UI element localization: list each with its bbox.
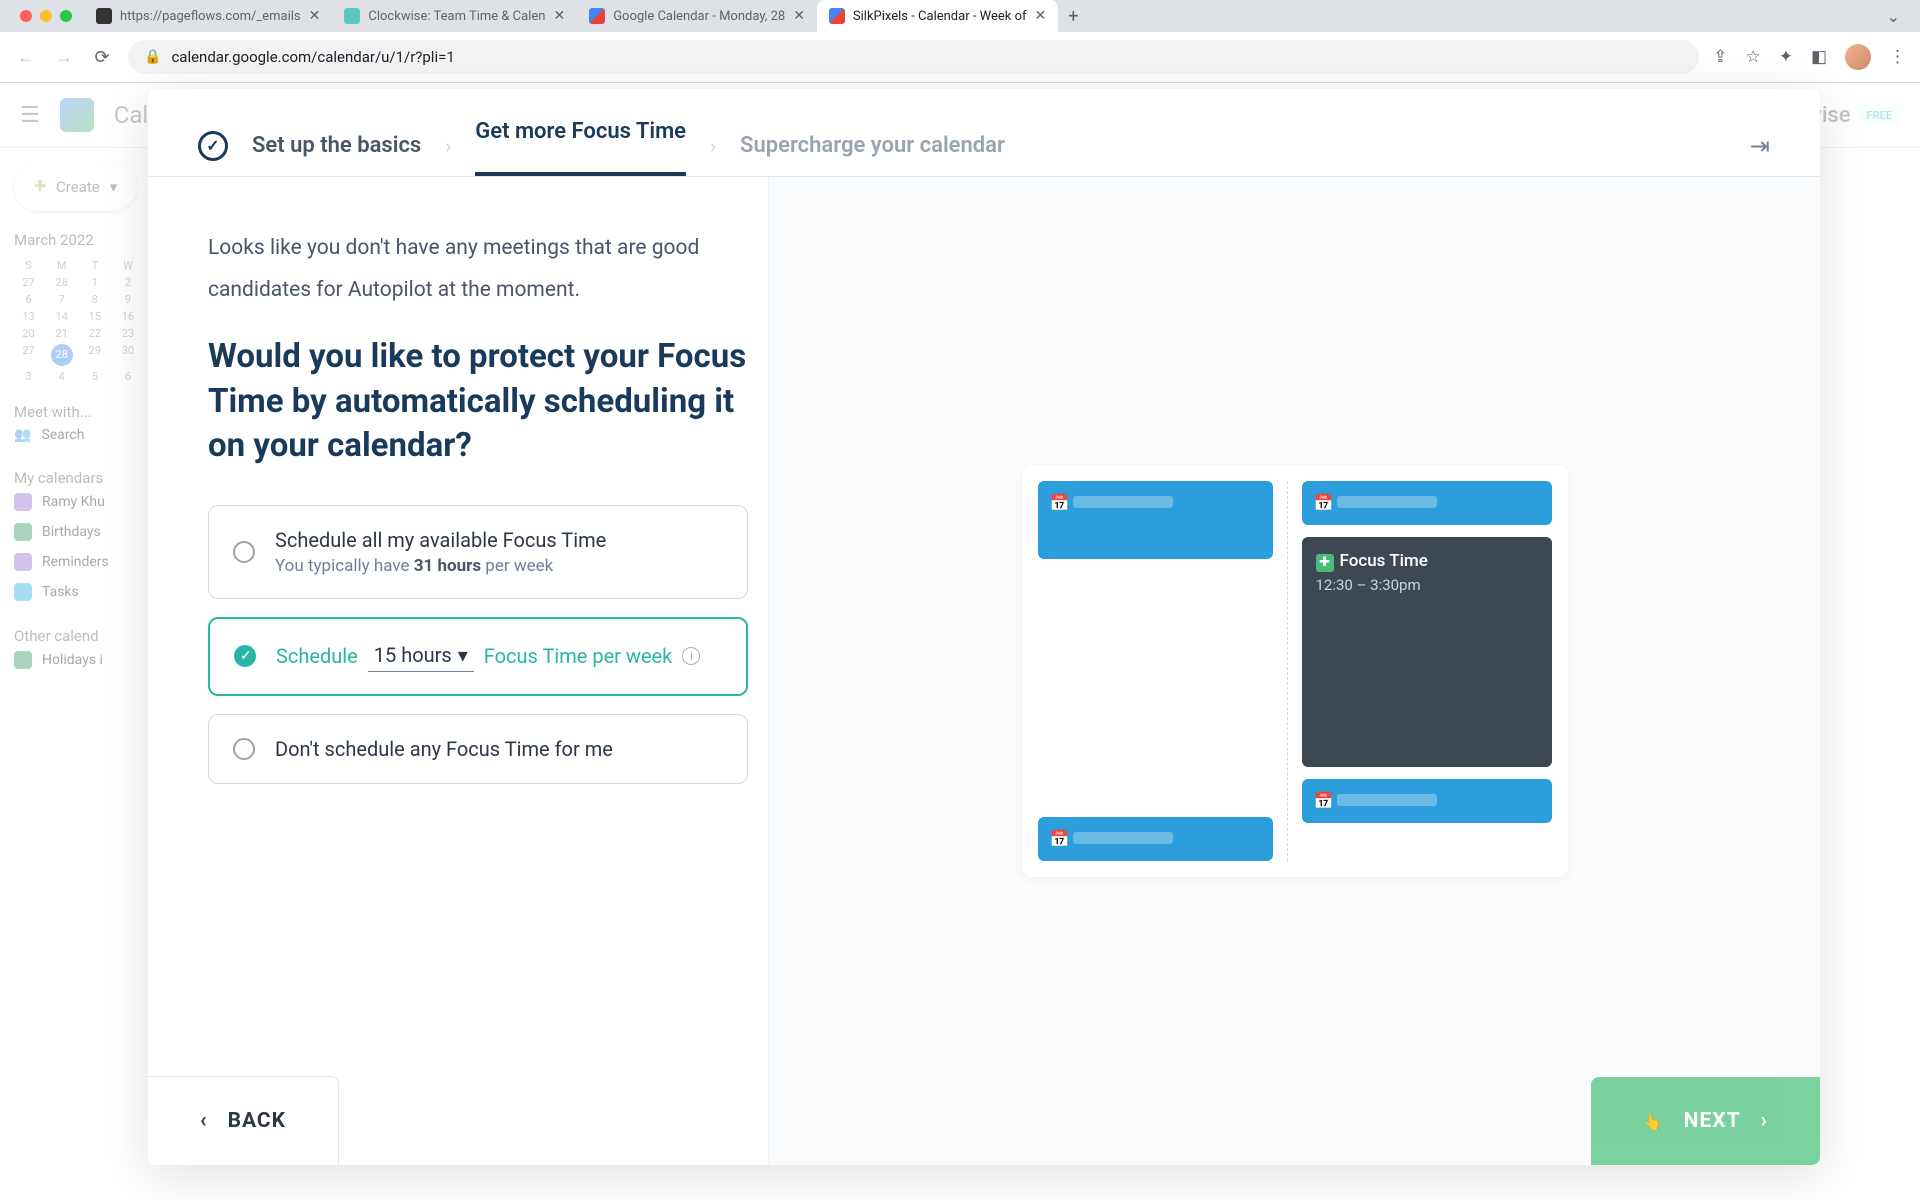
address-bar[interactable]: 🔒 calendar.google.com/calendar/u/1/r?pli… xyxy=(128,40,1699,74)
preview-event: 📅 xyxy=(1038,481,1273,559)
tab-pageflows[interactable]: https://pageflows.com/_emails ✕ xyxy=(84,0,332,32)
info-icon[interactable]: i xyxy=(682,647,700,665)
option-dont-schedule[interactable]: Don't schedule any Focus Time for me xyxy=(208,714,748,784)
radio-icon xyxy=(233,738,255,760)
option-subtitle: You typically have 31 hours per week xyxy=(275,556,723,576)
cursor-icon: 👆 xyxy=(1643,1112,1664,1131)
tab-silkpixels[interactable]: SilkPixels - Calendar - Week of ✕ xyxy=(817,0,1058,32)
option-title: Don't schedule any Focus Time for me xyxy=(275,737,723,761)
nav-back-button[interactable]: ← xyxy=(14,47,38,68)
back-button[interactable]: ‹ BACK xyxy=(148,1076,339,1165)
url-text: calendar.google.com/calendar/u/1/r?pli=1 xyxy=(171,48,454,66)
menu-icon[interactable]: ⋮ xyxy=(1889,47,1906,67)
radio-icon xyxy=(233,541,255,563)
hours-dropdown[interactable]: 15 hours ▾ xyxy=(368,641,474,672)
tab-close-icon[interactable]: ✕ xyxy=(793,8,805,24)
tab-gcal[interactable]: Google Calendar - Monday, 28 ✕ xyxy=(577,0,817,32)
tab-title: SilkPixels - Calendar - Week of xyxy=(853,9,1027,24)
focus-plus-icon: ✚ xyxy=(1316,554,1334,572)
window-close[interactable] xyxy=(20,10,32,22)
chevron-right-icon: › xyxy=(710,134,716,158)
option-schedule-all[interactable]: Schedule all my available Focus Time You… xyxy=(208,505,748,599)
intro-text: Looks like you don't have any meetings t… xyxy=(208,227,748,311)
window-minimize[interactable] xyxy=(40,10,52,22)
step-focus-time[interactable]: Get more Focus Time xyxy=(475,119,686,176)
lock-icon: 🔒 xyxy=(144,49,161,65)
favicon-icon xyxy=(96,8,112,24)
focus-title: Focus Time xyxy=(1340,551,1428,571)
overlay-steps: ✓ Set up the basics › Get more Focus Tim… xyxy=(148,89,1820,172)
chevron-left-icon: ‹ xyxy=(200,1109,208,1133)
option-title: Schedule all my available Focus Time xyxy=(275,528,723,552)
chevron-down-icon: ▾ xyxy=(458,643,468,667)
tab-close-icon[interactable]: ✕ xyxy=(309,8,321,24)
onboarding-overlay: ✓ Set up the basics › Get more Focus Tim… xyxy=(148,89,1820,1165)
favicon-icon xyxy=(829,8,845,24)
favicon-icon xyxy=(589,8,605,24)
tab-overflow-icon[interactable]: ⌄ xyxy=(1875,3,1912,30)
gcal-logo-icon xyxy=(60,98,94,132)
tab-title: Clockwise: Team Time & Calen xyxy=(368,9,545,24)
create-button: + Create ▾ xyxy=(14,162,137,211)
nav-forward-button[interactable]: → xyxy=(52,47,76,68)
preview-event: 📅 xyxy=(1302,481,1552,525)
step-basics[interactable]: Set up the basics xyxy=(252,133,421,158)
nav-reload-button[interactable]: ⟳ xyxy=(90,47,114,68)
next-button[interactable]: 👆 NEXT › xyxy=(1591,1077,1820,1165)
chevron-right-icon: › xyxy=(445,134,451,158)
question-heading: Would you like to protect your Focus Tim… xyxy=(208,335,748,469)
share-icon[interactable]: ⇪ xyxy=(1713,47,1727,67)
chevron-right-icon: › xyxy=(1761,1109,1768,1133)
bookmark-icon[interactable]: ☆ xyxy=(1745,47,1760,67)
browser-chrome: https://pageflows.com/_emails ✕ Clockwis… xyxy=(0,0,1920,83)
plus-icon: + xyxy=(34,174,46,199)
window-maximize[interactable] xyxy=(60,10,72,22)
radio-checked-icon xyxy=(234,645,256,667)
option-inline: Schedule 15 hours ▾ Focus Time per week … xyxy=(276,641,722,672)
preview-event: 📅 xyxy=(1038,817,1273,861)
sidepanel-icon[interactable]: ◧ xyxy=(1811,47,1827,67)
tab-title: Google Calendar - Monday, 28 xyxy=(613,9,785,24)
preview-card: 📅 📅 📅 ✚ Focus Time 12:30 – 3:30pm 📅 xyxy=(1022,465,1568,877)
exit-icon[interactable]: ⇥ xyxy=(1750,132,1770,160)
option-schedule-hours[interactable]: Schedule 15 hours ▾ Focus Time per week … xyxy=(208,617,748,696)
new-tab-button[interactable]: + xyxy=(1058,2,1088,31)
profile-avatar[interactable] xyxy=(1845,44,1871,70)
tab-title: https://pageflows.com/_emails xyxy=(120,9,301,24)
favicon-icon xyxy=(344,8,360,24)
tab-close-icon[interactable]: ✕ xyxy=(553,8,565,24)
window-controls xyxy=(8,2,84,30)
step-check-icon: ✓ xyxy=(198,131,228,161)
tab-close-icon[interactable]: ✕ xyxy=(1035,8,1047,24)
hamburger-icon: ☰ xyxy=(20,103,40,128)
preview-focus-block: ✚ Focus Time 12:30 – 3:30pm xyxy=(1302,537,1552,767)
focus-time: 12:30 – 3:30pm xyxy=(1316,576,1538,594)
extensions-icon[interactable]: ✦ xyxy=(1779,47,1793,67)
tab-clockwise[interactable]: Clockwise: Team Time & Calen ✕ xyxy=(332,0,577,32)
preview-panel: 📅 📅 📅 ✚ Focus Time 12:30 – 3:30pm 📅 xyxy=(768,177,1820,1165)
step-supercharge: Supercharge your calendar xyxy=(740,133,1005,158)
preview-event: 📅 xyxy=(1302,779,1552,823)
